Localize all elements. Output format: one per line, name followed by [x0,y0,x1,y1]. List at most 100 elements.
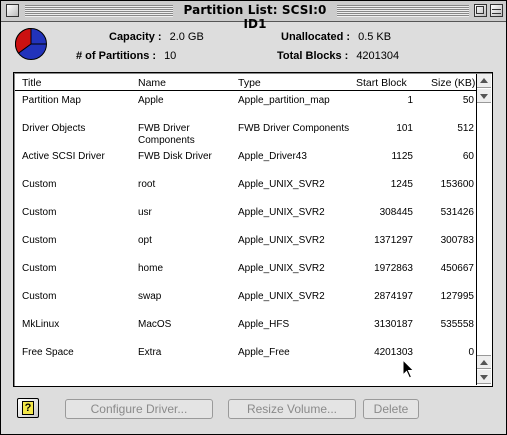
table-row[interactable]: Partition Map Apple Apple_partition_map … [15,92,476,120]
cell-title: Free Space [22,347,74,358]
cell-type: Apple_partition_map [238,95,330,106]
resize-volume-button[interactable]: Resize Volume... [228,399,356,419]
list-header: Title Name Type Start Block Size (KB) [15,74,476,91]
cell-size: 535558 [440,319,474,330]
cell-type: Apple_Free [238,347,290,358]
close-box[interactable] [6,4,19,17]
cell-title: Custom [22,235,57,246]
cell-type: Apple_HFS [238,319,290,330]
cell-type: Apple_UNIX_SVR2 [238,207,325,218]
cell-size: 60 [462,151,474,162]
cell-type: Apple_UNIX_SVR2 [238,235,325,246]
capacity-label: Capacity : [109,31,162,43]
cell-name: swap [138,291,162,302]
cell-title: Custom [22,207,57,218]
cell-name: opt [138,235,152,246]
cell-size: 512 [457,123,474,134]
table-row[interactable]: Active SCSI Driver FWB Disk Driver Apple… [15,148,476,176]
cell-title: MkLinux [22,319,60,330]
cell-type: Apple_UNIX_SVR2 [238,291,325,302]
delete-button[interactable]: Delete [363,399,419,419]
cell-start-block: 1972863 [374,263,413,274]
cell-name: MacOS [138,319,172,330]
cell-start-block: 1 [407,95,413,106]
table-row[interactable]: Custom home Apple_UNIX_SVR2 1972863 4506… [15,260,476,288]
cell-start-block: 2874197 [374,291,413,302]
list-rows: Partition Map Apple Apple_partition_map … [15,92,476,386]
scroll-down-arrow-icon[interactable] [477,89,491,103]
partitions-label: # of Partitions : [76,50,157,62]
column-header-name[interactable]: Name [138,77,166,89]
title-bar-stripes [25,5,173,17]
partition-list[interactable]: Title Name Type Start Block Size (KB) Pa… [13,72,493,387]
cell-type: Apple_UNIX_SVR2 [238,179,325,190]
collapse-box[interactable] [490,4,503,17]
total-blocks-info: Total Blocks : 4201304 [277,50,399,62]
disk-usage-pie-icon [14,27,47,60]
cell-size: 153600 [440,179,474,190]
cell-type: Apple_UNIX_SVR2 [238,263,325,274]
unallocated-info: Unallocated : 0.5 KB [281,31,391,43]
partitions-info: # of Partitions : 10 [76,50,176,62]
cell-start-block: 1245 [390,179,413,190]
table-row[interactable]: MkLinux MacOS Apple_HFS 3130187 535558 [15,316,476,344]
column-header-start-block[interactable]: Start Block [356,77,407,89]
cell-name: Extra [138,347,162,358]
zoom-box[interactable] [474,4,487,17]
cell-name: usr [138,207,152,218]
cell-size: 0 [468,347,474,358]
scroll-up-arrow-icon[interactable] [477,74,491,88]
column-header-size[interactable]: Size (KB) [431,77,475,89]
cell-type: Apple_Driver43 [238,151,307,162]
title-bar-stripes [337,5,469,17]
cell-size: 450667 [440,263,474,274]
mouse-pointer-icon [402,359,415,379]
column-header-title[interactable]: Title [22,77,41,89]
table-row[interactable]: Custom root Apple_UNIX_SVR2 1245 153600 [15,176,476,204]
cell-name: home [138,263,164,274]
cell-name: FWB Disk Driver [138,151,212,162]
cell-name: FWB Driver Components [138,123,195,146]
partition-list-window: Partition List: SCSI:0 ID1 Capacity : 2.0… [0,0,507,435]
cell-title: Custom [22,291,57,302]
window-title: Partition List: SCSI:0 ID1 [183,3,327,31]
vertical-scrollbar[interactable] [476,74,491,385]
scroll-down-arrow-icon[interactable] [477,370,491,384]
cell-start-block: 308445 [379,207,413,218]
cell-title: Active SCSI Driver [22,151,105,162]
cell-start-block: 3130187 [374,319,413,330]
table-row[interactable]: Driver Objects FWB Driver Components FWB… [15,120,476,148]
unallocated-value: 0.5 KB [358,31,392,43]
cell-start-block: 4201303 [374,347,413,358]
cell-name: Apple [138,95,164,106]
total-blocks-value: 4201304 [356,50,400,62]
partitions-value: 10 [164,50,177,62]
table-row[interactable]: Custom opt Apple_UNIX_SVR2 1371297 30078… [15,232,476,260]
cell-size: 531426 [440,207,474,218]
table-row[interactable]: Custom swap Apple_UNIX_SVR2 2874197 1279… [15,288,476,316]
cell-start-block: 1125 [391,151,413,162]
total-blocks-label: Total Blocks : [277,50,349,62]
title-bar[interactable]: Partition List: SCSI:0 ID1 [1,1,506,31]
help-icon: ? [22,401,34,415]
help-button[interactable]: ? [17,398,39,418]
scroll-up-arrow-icon[interactable] [477,355,491,369]
cell-size: 300783 [440,235,474,246]
cell-title: Custom [22,263,57,274]
table-row[interactable]: Custom usr Apple_UNIX_SVR2 308445 531426 [15,204,476,232]
cell-size: 50 [462,95,474,106]
cell-title: Driver Objects [22,123,86,134]
column-header-type[interactable]: Type [238,77,261,89]
cell-type: FWB Driver Components [238,123,350,134]
capacity-info: Capacity : 2.0 GB [109,31,204,43]
unallocated-label: Unallocated : [281,31,351,43]
scroll-track[interactable] [477,104,491,355]
capacity-value: 2.0 GB [169,31,204,43]
cell-name: root [138,179,156,190]
cell-title: Partition Map [22,95,81,106]
cell-title: Custom [22,179,57,190]
configure-driver-button[interactable]: Configure Driver... [65,399,213,419]
cell-start-block: 1371297 [374,235,413,246]
cell-size: 127995 [440,291,474,302]
cell-start-block: 101 [396,123,413,134]
